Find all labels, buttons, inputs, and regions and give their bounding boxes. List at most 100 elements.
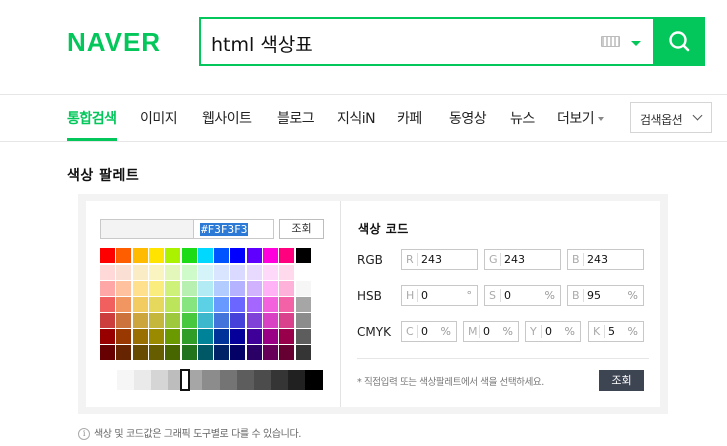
keyboard-icon[interactable] <box>601 36 620 47</box>
color-swatch[interactable] <box>214 265 230 280</box>
color-swatch[interactable] <box>100 281 115 296</box>
color-swatch[interactable] <box>132 329 148 344</box>
color-swatch[interactable] <box>246 329 262 344</box>
color-swatch[interactable] <box>279 265 295 280</box>
color-swatch[interactable] <box>132 345 148 360</box>
color-swatch[interactable] <box>263 345 278 360</box>
grayscale-swatch[interactable] <box>219 370 238 390</box>
tab-more[interactable]: 더보기 <box>557 108 605 128</box>
color-swatch[interactable] <box>246 345 262 360</box>
grayscale-swatch[interactable] <box>287 370 306 390</box>
color-swatch[interactable] <box>230 329 246 344</box>
color-swatch[interactable] <box>181 265 197 280</box>
tab-knowledge-in[interactable]: 지식iN <box>337 108 376 128</box>
color-swatch[interactable] <box>214 297 230 312</box>
color-swatch[interactable] <box>263 329 278 344</box>
grayscale-swatch[interactable] <box>253 370 272 390</box>
cmyk-c-field[interactable]: C 0% <box>401 321 457 342</box>
color-swatch[interactable] <box>132 265 148 280</box>
grayscale-swatch[interactable] <box>202 370 221 390</box>
color-swatch[interactable] <box>132 281 148 296</box>
color-swatch[interactable] <box>279 329 295 344</box>
color-swatch[interactable] <box>230 248 246 263</box>
color-swatch[interactable] <box>214 248 230 263</box>
color-swatch[interactable] <box>246 265 262 280</box>
color-swatch[interactable] <box>230 313 246 328</box>
rgb-r-field[interactable]: R 243 <box>401 249 478 270</box>
color-swatch[interactable] <box>197 297 213 312</box>
grayscale-swatch[interactable] <box>151 370 170 390</box>
color-swatch[interactable] <box>197 248 213 263</box>
cmyk-m-field[interactable]: M 0% <box>463 321 519 342</box>
color-swatch[interactable] <box>246 313 262 328</box>
color-swatch[interactable] <box>148 329 164 344</box>
color-swatch[interactable] <box>263 248 278 263</box>
color-swatch[interactable] <box>263 313 278 328</box>
color-swatch[interactable] <box>100 329 115 344</box>
grayscale-swatch[interactable] <box>100 370 118 390</box>
color-swatch[interactable] <box>116 248 132 263</box>
tab-websites[interactable]: 웹사이트 <box>202 108 252 128</box>
color-swatch[interactable] <box>148 345 164 360</box>
color-swatch[interactable] <box>116 313 132 328</box>
grayscale-swatch[interactable] <box>117 370 136 390</box>
color-swatch[interactable] <box>148 281 164 296</box>
color-swatch[interactable] <box>295 248 311 263</box>
hsb-b-field[interactable]: B 95% <box>567 285 644 306</box>
color-swatch[interactable] <box>279 313 295 328</box>
color-swatch[interactable] <box>295 265 311 280</box>
color-swatch[interactable] <box>132 248 148 263</box>
color-swatch[interactable] <box>246 248 262 263</box>
color-swatch[interactable] <box>116 281 132 296</box>
tab-video[interactable]: 동영상 <box>449 108 487 128</box>
tab-cafe[interactable]: 카페 <box>397 108 422 128</box>
color-swatch[interactable] <box>279 345 295 360</box>
color-swatch[interactable] <box>214 345 230 360</box>
color-swatch[interactable] <box>197 281 213 296</box>
color-swatch[interactable] <box>214 313 230 328</box>
color-swatch[interactable] <box>230 345 246 360</box>
grayscale-swatch[interactable] <box>236 370 255 390</box>
color-swatch[interactable] <box>181 297 197 312</box>
color-swatch[interactable] <box>100 297 115 312</box>
rgb-b-field[interactable]: B 243 <box>567 249 644 270</box>
color-swatch[interactable] <box>295 281 311 296</box>
color-swatch[interactable] <box>165 345 181 360</box>
hex-input[interactable]: #F3F3F3 <box>193 219 274 239</box>
cmyk-k-field[interactable]: K 5% <box>588 321 644 342</box>
code-lookup-button[interactable]: 조회 <box>599 370 644 391</box>
color-swatch[interactable] <box>116 345 132 360</box>
grayscale-swatch[interactable] <box>270 370 289 390</box>
color-swatch[interactable] <box>197 265 213 280</box>
color-swatch[interactable] <box>197 313 213 328</box>
color-swatch[interactable] <box>148 313 164 328</box>
color-swatch[interactable] <box>230 281 246 296</box>
color-swatch[interactable] <box>148 265 164 280</box>
cmyk-y-field[interactable]: Y 0% <box>525 321 581 342</box>
tab-blog[interactable]: 블로그 <box>277 108 315 128</box>
color-swatch[interactable] <box>148 248 164 263</box>
color-swatch[interactable] <box>165 265 181 280</box>
color-swatch[interactable] <box>181 345 197 360</box>
color-swatch[interactable] <box>279 297 295 312</box>
color-swatch[interactable] <box>165 297 181 312</box>
color-swatch[interactable] <box>181 329 197 344</box>
color-swatch[interactable] <box>116 329 132 344</box>
grayscale-swatch[interactable] <box>134 370 153 390</box>
color-swatch[interactable] <box>116 265 132 280</box>
color-swatch[interactable] <box>295 345 311 360</box>
color-swatch[interactable] <box>181 248 197 263</box>
color-swatch[interactable] <box>279 248 295 263</box>
color-swatch[interactable] <box>197 329 213 344</box>
color-swatch[interactable] <box>279 281 295 296</box>
color-swatch[interactable] <box>165 281 181 296</box>
color-swatch[interactable] <box>230 297 246 312</box>
tab-images[interactable]: 이미지 <box>140 108 178 128</box>
color-swatch[interactable] <box>263 297 278 312</box>
color-swatch[interactable] <box>263 265 278 280</box>
color-swatch[interactable] <box>132 297 148 312</box>
color-swatch[interactable] <box>295 329 311 344</box>
color-swatch[interactable] <box>197 345 213 360</box>
color-swatch[interactable] <box>181 313 197 328</box>
naver-logo[interactable]: NAVER <box>67 25 185 59</box>
